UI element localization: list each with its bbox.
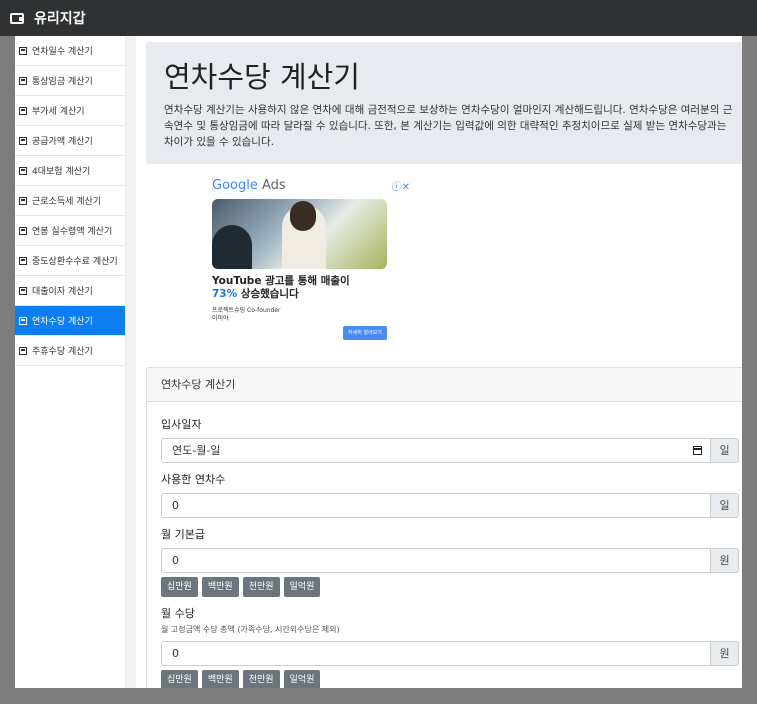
calculator-icon (19, 136, 27, 145)
calculator-icon (19, 196, 27, 205)
add-10m-button[interactable]: 천만원 (242, 577, 280, 597)
sidebar-item-prepayment-fee[interactable]: 중도상환수수료 계산기 (15, 246, 125, 276)
sidebar-item-net-salary[interactable]: 연봉 실수령액 계산기 (15, 216, 125, 246)
allowance-unit: 원 (711, 641, 739, 666)
sidebar-item-leave-allowance[interactable]: 연차수당 계산기 (15, 306, 125, 336)
sidebar-item-label: 중도상환수수료 계산기 (32, 257, 118, 267)
intro-jumbotron: 연차수당 계산기 연차수당 계산기는 사용하지 않은 연차에 대해 금전적으로 … (146, 42, 742, 164)
main-content: 연차수당 계산기 연차수당 계산기는 사용하지 않은 연차에 대해 금전적으로 … (146, 42, 742, 688)
sidebar-item-annual-leave-days[interactable]: 연차일수 계산기 (15, 36, 125, 66)
sidebar-item-label: 근로소득세 계산기 (32, 197, 102, 207)
ad-meta: 프로젝트슈링 Co-founder 이미아 (212, 307, 332, 323)
ad-cta-button[interactable]: 자세히 알아보기 (343, 326, 387, 340)
calculator-icon (19, 106, 27, 115)
sidebar-item-label: 공급가액 계산기 (32, 137, 93, 147)
join-date-input[interactable]: 연도-월-일 (161, 438, 711, 463)
sidebar-item-income-tax[interactable]: 근로소득세 계산기 (15, 186, 125, 216)
allowance-input[interactable]: 0 (161, 641, 711, 666)
brand-link[interactable]: 유리지갑 (10, 8, 86, 28)
calculator-card: 연차수당 계산기 입사일자 연도-월-일 일 사용한 연차수 0 일 월 기본급… (146, 367, 742, 688)
ad-brand-suffix: Ads (257, 178, 286, 193)
ad-image-person-left (212, 225, 252, 269)
add-1m-button[interactable]: 백만원 (201, 577, 239, 597)
calculator-icon (19, 256, 27, 265)
page-title: 연차수당 계산기 (164, 60, 360, 94)
add-1m-button[interactable]: 백만원 (201, 670, 239, 688)
join-date-value: 연도-월-일 (172, 444, 221, 457)
page-frame: 연차일수 계산기 통상임금 계산기 부가세 계산기 공급가액 계산기 4대보험 … (15, 36, 742, 688)
wallet-icon (10, 12, 24, 24)
app-title: 유리지갑 (34, 11, 86, 27)
sidebar-item-supply-value[interactable]: 공급가액 계산기 (15, 126, 125, 156)
calendar-icon[interactable] (693, 446, 702, 455)
calculator-icon (19, 346, 27, 355)
calculator-icon (19, 166, 27, 175)
ad-image[interactable] (212, 199, 387, 269)
sidebar-item-label: 연봉 실수령액 계산기 (32, 227, 113, 237)
ad-headline[interactable]: YouTube 광고를 통해 매출이 73% 상승했습니다 (212, 275, 412, 301)
sidebar-item-label: 대출이자 계산기 (32, 287, 93, 297)
card-title: 연차수당 계산기 (147, 368, 742, 402)
sidebar-item-label: 부가세 계산기 (32, 107, 85, 117)
add-100m-button[interactable]: 일억원 (283, 670, 321, 688)
ad-brand-google: Google (212, 178, 258, 193)
page-description: 연차수당 계산기는 사용하지 않은 연차에 대해 금전적으로 보상하는 연차수당… (164, 104, 733, 148)
calculator-icon (19, 76, 27, 85)
ad-brand: Google Ads (212, 178, 412, 193)
sidebar: 연차일수 계산기 통상임금 계산기 부가세 계산기 공급가액 계산기 4대보험 … (15, 36, 125, 688)
calculator-icon (19, 46, 27, 55)
calculator-icon (19, 316, 27, 325)
advertisement[interactable]: Google Ads ⓘ✕ YouTube 광고를 통해 매출이 73% 상승했… (212, 178, 412, 348)
allowance-quick-buttons: 십만원 백만원 천만원 일억원 (161, 670, 739, 688)
sidebar-item-ordinary-wage[interactable]: 통상임금 계산기 (15, 66, 125, 96)
ad-choices-icon[interactable]: ⓘ✕ (392, 178, 410, 193)
base-salary-quick-buttons: 십만원 백만원 천만원 일억원 (161, 577, 739, 597)
calculator-icon (19, 286, 27, 295)
join-date-unit: 일 (711, 438, 739, 463)
sidebar-item-vat[interactable]: 부가세 계산기 (15, 96, 125, 126)
add-10m-button[interactable]: 천만원 (242, 670, 280, 688)
ad-headline-pct: 73% (212, 288, 238, 300)
ad-meta-line2: 이미아 (212, 315, 229, 322)
ad-image-head (290, 201, 316, 231)
sidebar-item-label: 연차수당 계산기 (32, 317, 93, 327)
join-date-label: 입사일자 (161, 418, 202, 431)
used-leave-input[interactable]: 0 (161, 493, 711, 518)
allowance-label: 월 수당 (161, 607, 195, 620)
add-100k-button[interactable]: 십만원 (161, 577, 198, 597)
sidebar-divider (125, 36, 136, 688)
ad-headline-line1: YouTube 광고를 통해 매출이 (212, 275, 350, 287)
sidebar-item-social-insurance[interactable]: 4대보험 계산기 (15, 156, 125, 186)
base-salary-label: 월 기본급 (161, 528, 205, 541)
sidebar-item-label: 연차일수 계산기 (32, 47, 93, 57)
sidebar-item-weekly-holiday-pay[interactable]: 주휴수당 계산기 (15, 336, 125, 366)
base-salary-input[interactable]: 0 (161, 548, 711, 573)
sidebar-item-label: 주휴수당 계산기 (32, 347, 93, 357)
allowance-hint: 월 고정금액 수당 총액 (가족수당, 시간외수당은 제외) (161, 625, 340, 634)
add-100k-button[interactable]: 십만원 (161, 670, 198, 688)
ad-headline-line2: 상승했습니다 (237, 288, 299, 300)
used-leave-label: 사용한 연차수 (161, 473, 226, 486)
sidebar-item-label: 통상임금 계산기 (32, 77, 93, 87)
calculator-icon (19, 226, 27, 235)
used-leave-unit: 일 (711, 493, 739, 518)
ad-meta-line1: 프로젝트슈링 Co-founder (212, 307, 281, 314)
base-salary-unit: 원 (711, 548, 739, 573)
top-navbar: 유리지갑 (0, 0, 757, 36)
sidebar-item-loan-interest[interactable]: 대출이자 계산기 (15, 276, 125, 306)
add-100m-button[interactable]: 일억원 (283, 577, 321, 597)
sidebar-item-label: 4대보험 계산기 (32, 167, 91, 177)
